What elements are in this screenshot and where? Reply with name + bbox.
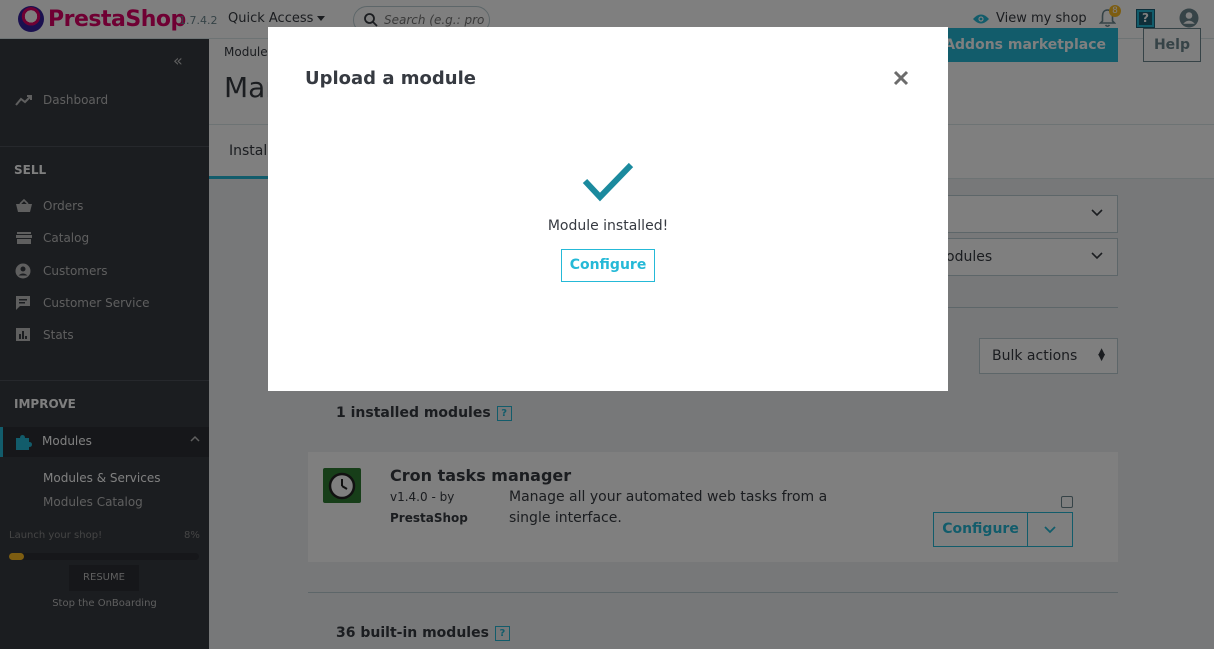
checkmark-success-icon [582, 162, 634, 202]
modal-close-button[interactable] [890, 67, 912, 89]
close-icon [893, 70, 909, 86]
modal-configure-button[interactable]: Configure [561, 249, 655, 282]
upload-module-modal: Upload a module Module installed! Config… [268, 27, 948, 391]
modal-title: Upload a module [305, 68, 476, 89]
install-success-message: Module installed! [547, 218, 669, 234]
